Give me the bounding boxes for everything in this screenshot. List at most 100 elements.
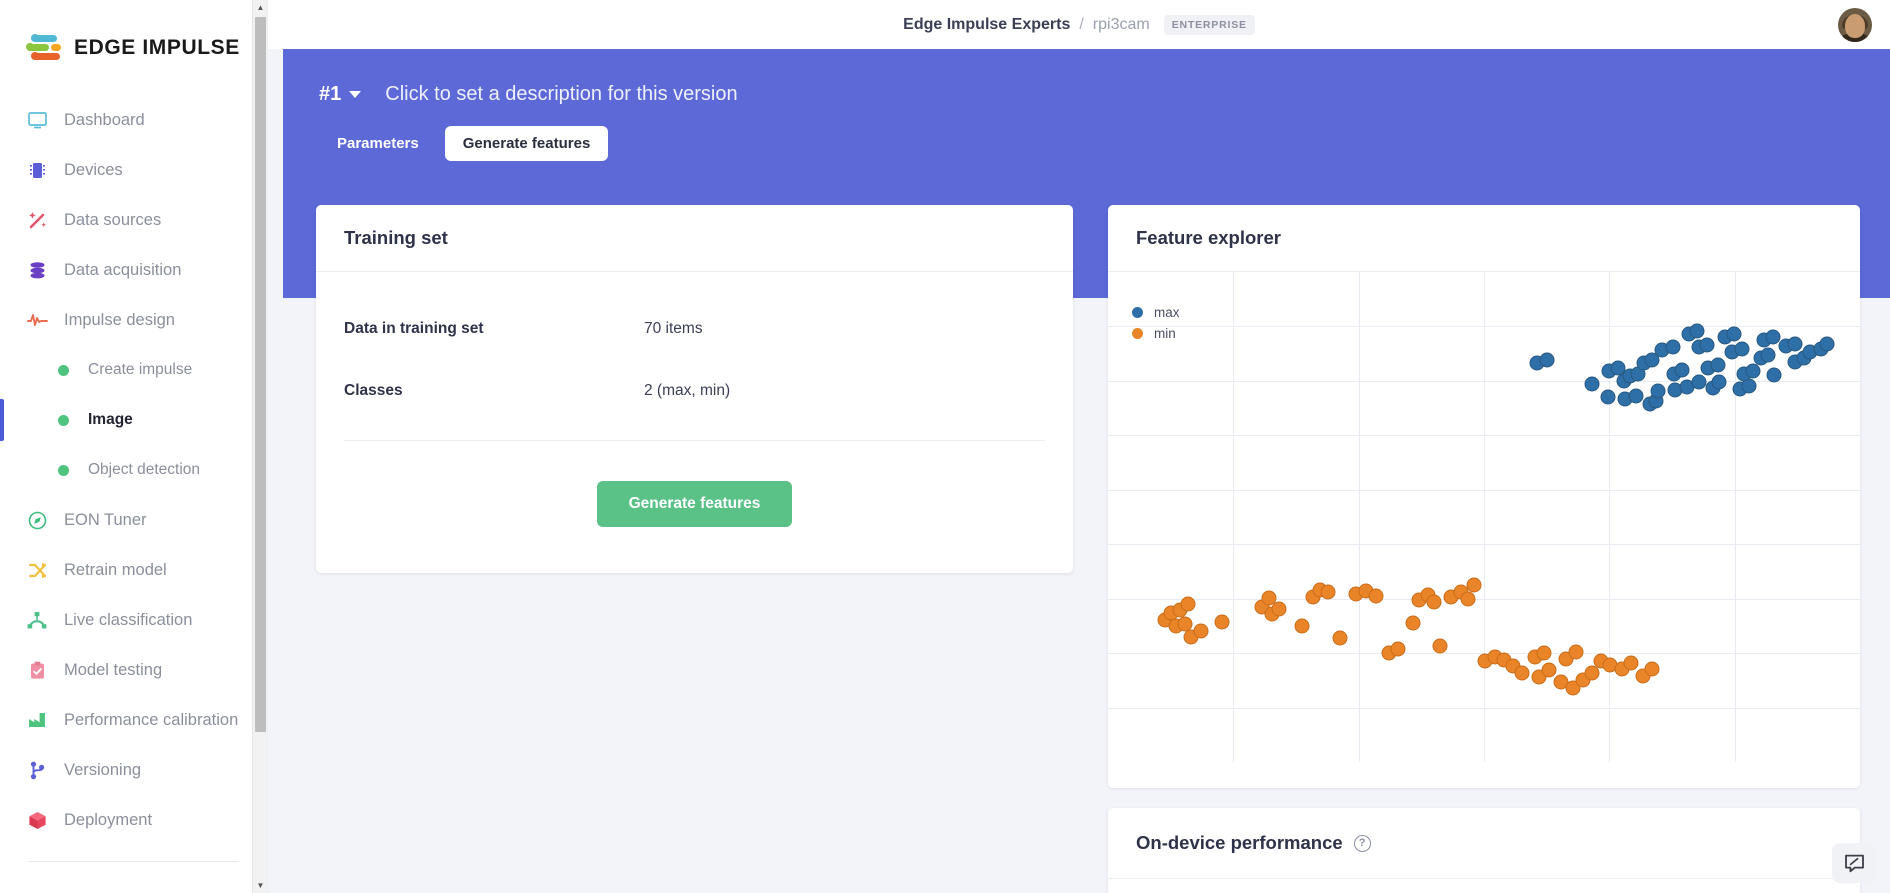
breadcrumb-separator: / <box>1079 15 1084 33</box>
sidebar-item-live-classification[interactable]: Live classification <box>0 595 267 645</box>
scatter-point-max[interactable] <box>1600 389 1616 405</box>
sidebar-item-data-acquisition[interactable]: Data acquisition <box>0 245 267 295</box>
breadcrumb-organization[interactable]: Edge Impulse Experts <box>903 16 1070 34</box>
sidebar-item-label: Impulse design <box>64 310 175 329</box>
scatter-point-min[interactable] <box>1466 577 1482 593</box>
scatter-point-max[interactable] <box>1699 337 1715 353</box>
scatter-point-min[interactable] <box>1271 601 1287 617</box>
scatter-point-max[interactable] <box>1766 367 1782 383</box>
sidebar-item-object-detection[interactable]: Object detection <box>0 445 267 495</box>
scatter-point-min[interactable] <box>1180 596 1196 612</box>
scroll-up-arrow-icon[interactable]: ▲ <box>253 0 267 15</box>
scatter-point-min[interactable] <box>1541 662 1557 678</box>
scatter-point-max[interactable] <box>1819 336 1835 352</box>
scatter-point-min[interactable] <box>1390 641 1406 657</box>
sidebar-item-label: Live classification <box>64 610 193 629</box>
sidebar-item-impulse-design[interactable]: Impulse design <box>0 295 267 345</box>
scatter-point-min[interactable] <box>1405 615 1421 631</box>
scatter-point-max[interactable] <box>1787 336 1803 352</box>
sidebar-item-data-sources[interactable]: Data sources <box>0 195 267 245</box>
chevron-down-icon <box>349 91 362 98</box>
scatter-point-max[interactable] <box>1665 339 1681 355</box>
scatter-point-max[interactable] <box>1711 374 1727 390</box>
scatter-point-max[interactable] <box>1689 323 1705 339</box>
grid-line-horizontal <box>1108 435 1860 437</box>
legend-item-min[interactable]: min <box>1132 323 1180 344</box>
question-mark-icon[interactable]: ? <box>1353 834 1371 852</box>
legend-swatch-max <box>1132 307 1143 318</box>
scatter-point-min[interactable] <box>1193 623 1209 639</box>
scatter-point-min[interactable] <box>1368 588 1384 604</box>
feature-explorer-card: Feature explorer max min <box>1108 205 1860 788</box>
row-label: Data in training set <box>344 320 484 337</box>
monitor-icon <box>24 109 50 131</box>
scatter-point-max[interactable] <box>1539 352 1555 368</box>
scatter-point-min[interactable] <box>1623 655 1639 671</box>
scatter-point-min[interactable] <box>1261 590 1277 606</box>
version-selector[interactable]: #1 <box>319 83 362 106</box>
scatter-point-max[interactable] <box>1650 383 1666 399</box>
scroll-down-arrow-icon[interactable]: ▼ <box>253 878 267 893</box>
sidebar-item-eon-tuner[interactable]: EON Tuner <box>0 495 267 545</box>
branch-icon <box>24 759 50 781</box>
scatter-point-min[interactable] <box>1568 644 1584 660</box>
scatter-point-min[interactable] <box>1426 594 1442 610</box>
content-left-gutter <box>268 49 283 893</box>
version-number: #1 <box>319 83 342 105</box>
sidebar-item-deployment[interactable]: Deployment <box>0 795 267 845</box>
scrollbar-thumb[interactable] <box>255 17 266 732</box>
feedback-button[interactable] <box>1832 843 1876 883</box>
scatter-point-max[interactable] <box>1584 376 1600 392</box>
generate-features-button[interactable]: Generate features <box>596 481 793 527</box>
scatter-point-min[interactable] <box>1432 638 1448 654</box>
breadcrumb: Edge Impulse Experts / rpi3cam ENTERPRIS… <box>903 14 1255 35</box>
sidebar-item-performance-calibration[interactable]: Performance calibration <box>0 695 267 745</box>
sidebar-item-label: EON Tuner <box>64 510 147 529</box>
legend-item-max[interactable]: max <box>1132 302 1180 323</box>
scatter-point-min[interactable] <box>1294 618 1310 634</box>
scatter-point-max[interactable] <box>1734 341 1750 357</box>
brand-name: EDGE IMPULSE <box>74 36 240 59</box>
feature-explorer-plot[interactable]: max min <box>1108 272 1860 762</box>
green-dot-icon <box>58 364 69 376</box>
scatter-point-max[interactable] <box>1628 388 1644 404</box>
scatter-point-max[interactable] <box>1674 362 1690 378</box>
sidebar-scrollbar[interactable]: ▲ ▼ <box>252 0 267 893</box>
sidebar-divider <box>28 861 239 862</box>
scatter-point-max[interactable] <box>1765 329 1781 345</box>
scatter-point-max[interactable] <box>1610 360 1626 376</box>
breadcrumb-project[interactable]: rpi3cam <box>1093 16 1150 34</box>
scatter-point-min[interactable] <box>1514 665 1530 681</box>
scatter-point-min[interactable] <box>1332 630 1348 646</box>
tab-generate-features[interactable]: Generate features <box>444 126 609 161</box>
scatter-point-max[interactable] <box>1726 326 1742 342</box>
sidebar-item-image[interactable]: Image <box>0 395 267 445</box>
scatter-point-min[interactable] <box>1536 645 1552 661</box>
sidebar-item-model-testing[interactable]: Model testing <box>0 645 267 695</box>
brand-logo[interactable]: EDGE IMPULSE <box>0 0 267 70</box>
scatter-point-max[interactable] <box>1760 347 1776 363</box>
version-description-field[interactable]: Click to set a description for this vers… <box>385 83 737 106</box>
on-device-performance-header: On-device performance ? <box>1108 808 1860 854</box>
sidebar-item-devices[interactable]: Devices <box>0 145 267 195</box>
sidebar-item-retrain-model[interactable]: Retrain model <box>0 545 267 595</box>
legend-label: max <box>1154 305 1180 320</box>
scatter-point-min[interactable] <box>1214 614 1230 630</box>
scatter-point-max[interactable] <box>1710 357 1726 373</box>
sidebar-item-label: Object detection <box>88 461 201 478</box>
grid-line-horizontal <box>1108 707 1860 709</box>
version-row: #1 Click to set a description for this v… <box>283 49 1890 106</box>
sidebar-item-dashboard[interactable]: Dashboard <box>0 95 267 145</box>
scatter-point-min[interactable] <box>1644 661 1660 677</box>
sidebar-item-create-impulse[interactable]: Create impulse <box>0 345 267 395</box>
user-avatar[interactable] <box>1838 8 1872 42</box>
scatter-point-min[interactable] <box>1460 591 1476 607</box>
green-dot-icon <box>58 464 69 476</box>
tab-parameters[interactable]: Parameters <box>319 126 437 161</box>
row-value: 2 (max, min) <box>644 382 731 399</box>
database-icon <box>24 259 50 281</box>
green-dot-icon <box>58 414 69 426</box>
sidebar-item-versioning[interactable]: Versioning <box>0 745 267 795</box>
scatter-point-min[interactable] <box>1320 584 1336 600</box>
scatter-point-max[interactable] <box>1745 363 1761 379</box>
